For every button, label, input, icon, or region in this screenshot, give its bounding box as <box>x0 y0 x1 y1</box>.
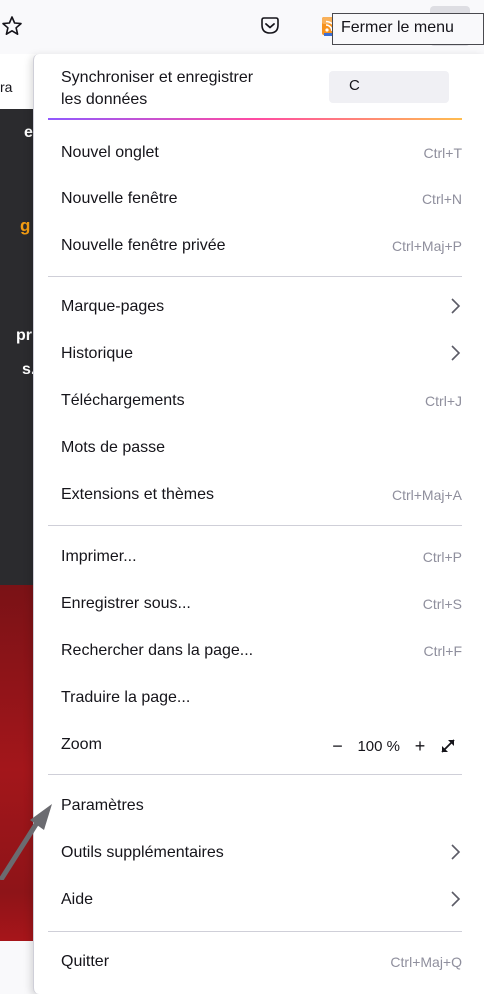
menu-item-shortcut: Ctrl+F <box>423 643 463 659</box>
menu-item-label: Traduire la page... <box>61 689 191 706</box>
menu-item-shortcut: Ctrl+N <box>421 191 462 207</box>
menu-item-save-as[interactable]: Enregistrer sous... Ctrl+S <box>48 582 468 628</box>
menu-separator <box>48 774 462 775</box>
menu-separator <box>48 931 462 932</box>
menu-item-label: Rechercher dans la page... <box>61 642 254 659</box>
menu-item-new-tab[interactable]: Nouvel onglet Ctrl+T <box>48 131 468 177</box>
menu-item-label: Quitter <box>61 953 110 970</box>
chevron-right-icon <box>448 296 462 321</box>
chevron-right-icon <box>448 842 462 867</box>
menu-item-addons[interactable]: Extensions et thèmes Ctrl+Maj+A <box>48 473 468 519</box>
menu-item-label: Téléchargements <box>61 392 185 409</box>
menu-separator <box>48 276 462 277</box>
menu-item-bookmarks[interactable]: Marque-pages <box>48 285 468 331</box>
fullscreen-icon[interactable] <box>434 732 462 760</box>
sync-accent-line <box>48 118 462 120</box>
menu-item-translate[interactable]: Traduire la page... <box>48 676 468 722</box>
menu-item-find-in-page[interactable]: Rechercher dans la page... Ctrl+F <box>48 629 468 675</box>
menu-item-label: Nouvelle fenêtre <box>61 190 178 207</box>
menu-item-label: Paramètres <box>61 797 144 814</box>
star-icon[interactable] <box>0 6 32 46</box>
sync-title: Synchroniser et enregistrer les données <box>61 67 311 111</box>
menu-item-shortcut: Ctrl+Maj+Q <box>390 954 462 970</box>
menu-item-new-window[interactable]: Nouvelle fenêtre Ctrl+N <box>48 177 468 223</box>
menu-item-shortcut: Ctrl+Maj+P <box>391 238 462 254</box>
chevron-right-icon <box>448 343 462 368</box>
menu-item-zoom: Zoom − 100 % + <box>48 723 468 769</box>
pointer-arrow-icon <box>0 800 56 885</box>
pocket-icon[interactable] <box>250 6 290 46</box>
menu-item-passwords[interactable]: Mots de passe <box>48 426 468 472</box>
menu-item-history[interactable]: Historique <box>48 332 468 378</box>
menu-item-label: Nouvelle fenêtre privée <box>61 237 226 254</box>
menu-item-label: Enregistrer sous... <box>61 595 191 612</box>
sync-section[interactable]: Synchroniser et enregistrer les données … <box>34 54 484 120</box>
menu-item-label: Aide <box>61 891 94 908</box>
zoom-reset-button[interactable]: 100 % <box>357 738 400 755</box>
menu-item-new-private-window[interactable]: Nouvelle fenêtre privée Ctrl+Maj+P <box>48 224 468 270</box>
menu-item-label: Extensions et thèmes <box>61 486 214 503</box>
zoom-in-button[interactable]: + <box>406 732 434 760</box>
menu-item-shortcut: Ctrl+Maj+A <box>391 487 462 503</box>
chevron-right-icon <box>448 889 462 914</box>
menu-item-settings[interactable]: Paramètres <box>48 784 468 830</box>
menu-item-print[interactable]: Imprimer... Ctrl+P <box>48 535 468 581</box>
sync-title-line2: les données <box>61 91 148 108</box>
menu-item-label: Outils supplémentaires <box>61 844 224 861</box>
menu-item-shortcut: Ctrl+P <box>422 549 462 565</box>
menu-item-label: Marque-pages <box>61 298 165 315</box>
menu-item-more-tools[interactable]: Outils supplémentaires <box>48 831 468 877</box>
menu-item-downloads[interactable]: Téléchargements Ctrl+J <box>48 379 468 425</box>
menu-item-shortcut: Ctrl+J <box>425 393 462 409</box>
menu-item-label: Nouvel onglet <box>61 144 159 161</box>
menu-item-label: Zoom <box>61 736 102 753</box>
menu-item-quit[interactable]: Quitter Ctrl+Maj+Q <box>48 940 468 986</box>
menu-item-label: Historique <box>61 345 134 362</box>
menu-item-label: Mots de passe <box>61 439 166 456</box>
zoom-out-button[interactable]: − <box>323 732 351 760</box>
zoom-controls: − 100 % + <box>323 732 462 760</box>
menu-separator <box>48 525 462 526</box>
app-menu-panel: Synchroniser et enregistrer les données … <box>33 54 484 994</box>
menu-item-shortcut: Ctrl+S <box>422 596 462 612</box>
sign-in-button[interactable]: C <box>329 71 449 103</box>
menu-item-label: Imprimer... <box>61 548 137 565</box>
menu-item-help[interactable]: Aide <box>48 878 468 924</box>
sync-title-line1: Synchroniser et enregistrer <box>61 69 254 86</box>
close-menu-tooltip: Fermer le menu <box>332 13 484 45</box>
menu-item-shortcut: Ctrl+T <box>423 145 463 161</box>
